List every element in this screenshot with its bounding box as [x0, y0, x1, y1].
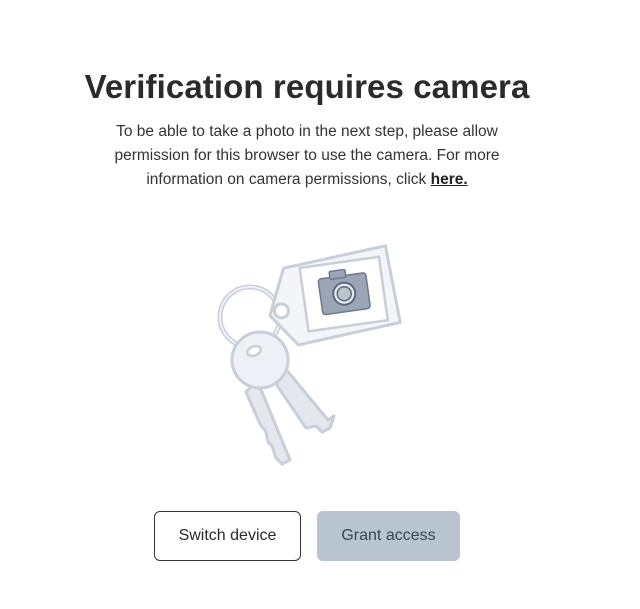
switch-device-button[interactable]: Switch device	[154, 511, 301, 561]
permission-description: To be able to take a photo in the next s…	[97, 120, 517, 192]
keys-with-camera-tag-icon	[210, 232, 410, 467]
grant-access-button[interactable]: Grant access	[317, 511, 460, 561]
page-title: Verification requires camera	[84, 68, 530, 106]
camera-permissions-link[interactable]: here.	[431, 171, 468, 188]
